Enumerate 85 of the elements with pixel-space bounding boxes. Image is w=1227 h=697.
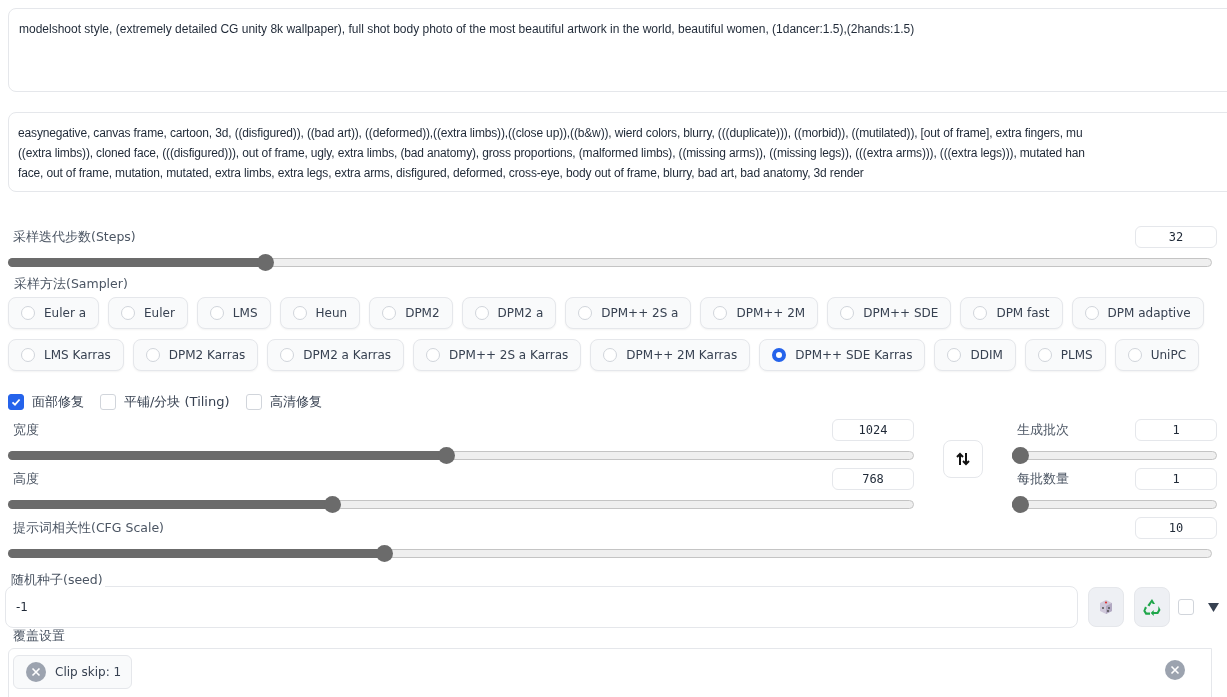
- slider-handle[interactable]: [375, 545, 393, 562]
- prompt-line: easynegative, canvas frame, cartoon, 3d, ((disfigured)), ((bad art)), ((deformed)),((extra limbs)),((close up)),((b&w)), wierd colors, blurry, (((duplicate))), ((morbid)), ((mutilated)), [out of frame], extra fingers, mu: [18, 125, 1084, 142]
- radio-icon: [21, 348, 35, 362]
- radio-icon: [713, 306, 728, 320]
- sampler-option[interactable]: DPM++ SDE Karras: [759, 339, 926, 371]
- override-field[interactable]: Clip skip: 1: [8, 648, 1212, 697]
- slider[interactable]: [8, 447, 914, 464]
- checkbox-label: 平铺/分块 (Tiling): [124, 393, 230, 411]
- radio-icon: [840, 306, 855, 320]
- checkbox[interactable]: [8, 394, 24, 410]
- prompt-line: ((extra limbs)), cloned face, (((disfigured))), out of frame, ugly, extra limbs, (bad anatomy), gross proportions, (malformed limbs), ((missing arms)), ((missing legs)), (((extra arms))), (((extra legs))), mutated han: [18, 145, 1086, 162]
- radio-icon: [280, 348, 295, 362]
- checkbox-label: 高清修复: [269, 393, 322, 411]
- radio-icon: [1127, 348, 1142, 362]
- radio-icon: [578, 306, 593, 320]
- number-field[interactable]: 1: [1135, 419, 1217, 441]
- slider[interactable]: [8, 545, 1212, 562]
- sampler-option[interactable]: PLMS: [1024, 339, 1106, 371]
- sampler-option[interactable]: Euler: [108, 297, 188, 329]
- radio-icon: [121, 306, 135, 320]
- number-field[interactable]: 768: [832, 468, 914, 490]
- field-label: 采样方法(Sampler): [13, 276, 129, 292]
- field-label: 每批数量: [1017, 470, 1069, 488]
- reuse-button[interactable]: [1134, 587, 1170, 627]
- radio-icon: [474, 306, 489, 320]
- radio-icon: [772, 348, 787, 362]
- slider[interactable]: [8, 254, 1212, 271]
- sampler-option[interactable]: DPM++ 2S a Karras: [413, 339, 582, 371]
- radio-icon: [1037, 348, 1052, 362]
- slider-handle[interactable]: [324, 496, 342, 513]
- prompt-line: face, out of frame, mutation, mutated, extra limbs, extra legs, extra arms, disfigured, deformed, cross-eye, body out of frame, blurry, bad art, bad anatomy, 3d render: [18, 165, 865, 182]
- radio-icon: [1084, 306, 1099, 320]
- slider-handle[interactable]: [438, 447, 456, 464]
- radio-icon: [973, 306, 988, 320]
- sampler-option[interactable]: Euler a: [8, 297, 99, 329]
- slider[interactable]: [8, 496, 914, 513]
- field-label: 覆盖设置: [12, 628, 66, 644]
- swap-arrows-icon: [955, 451, 971, 467]
- radio-icon: [603, 348, 618, 362]
- setting-chip[interactable]: Clip skip: 1: [13, 655, 133, 689]
- number-field[interactable]: 1024: [832, 419, 914, 441]
- recycle-icon: [1142, 597, 1162, 617]
- field-label: 宽度: [13, 421, 39, 439]
- radio-icon: [21, 306, 35, 320]
- slider[interactable]: [1012, 447, 1217, 464]
- slider-handle[interactable]: [257, 254, 275, 271]
- sampler-option[interactable]: UniPC: [1114, 339, 1200, 371]
- caret-icon[interactable]: [1208, 602, 1219, 612]
- seed-field[interactable]: -1: [5, 586, 1078, 628]
- swap-button[interactable]: [943, 440, 983, 478]
- field-label: 采样迭代步数(Steps): [13, 228, 136, 246]
- radio-icon: [209, 306, 224, 320]
- number-field[interactable]: 1: [1135, 468, 1217, 490]
- sampler-option[interactable]: DPM fast: [960, 297, 1063, 329]
- slider[interactable]: [1012, 496, 1217, 513]
- sampler-option[interactable]: DPM2 a Karras: [267, 339, 405, 371]
- sampler-option[interactable]: DPM2 Karras: [132, 339, 259, 371]
- sampler-option[interactable]: DPM++ 2S a: [565, 297, 692, 329]
- slider-handle[interactable]: [1012, 496, 1029, 513]
- field-label: 生成批次: [1017, 421, 1069, 439]
- sampler-option[interactable]: DPM2: [369, 297, 453, 329]
- radio-icon: [947, 348, 962, 362]
- number-field[interactable]: 32: [1135, 226, 1217, 248]
- sampler-option[interactable]: LMS: [196, 297, 271, 329]
- radio-icon: [382, 306, 397, 320]
- number-field[interactable]: 10: [1135, 517, 1217, 539]
- check-icon: [10, 396, 22, 408]
- dice-icon: [1097, 598, 1115, 616]
- sampler-option[interactable]: DDIM: [934, 339, 1016, 371]
- negative-prompt-field[interactable]: [8, 112, 1227, 192]
- sampler-option[interactable]: DPM++ SDE: [827, 297, 952, 329]
- sampler-option[interactable]: LMS Karras: [8, 339, 124, 371]
- prompt-field[interactable]: modelshoot style, (extremely detailed CG unity 8k wallpaper), full shot body photo of the most beautiful artwork in the world, beautiful women, (1dancer:1.5),(2hands:1.5): [8, 8, 1227, 92]
- sampler-option[interactable]: DPM++ 2M: [700, 297, 819, 329]
- slider-handle[interactable]: [1012, 447, 1029, 464]
- radio-icon: [292, 306, 307, 320]
- field-label: 提示词相关性(CFG Scale): [13, 519, 164, 537]
- sampler-option[interactable]: DPM++ 2M Karras: [590, 339, 751, 371]
- sampler-option[interactable]: DPM2 a: [461, 297, 557, 329]
- sampler-option[interactable]: DPM adaptive: [1071, 297, 1204, 329]
- sampler-option[interactable]: Heun: [279, 297, 361, 329]
- radio-icon: [426, 348, 441, 362]
- radio-icon: [145, 348, 160, 362]
- field-label: 高度: [13, 470, 39, 488]
- checkbox-label: 面部修复: [32, 393, 84, 411]
